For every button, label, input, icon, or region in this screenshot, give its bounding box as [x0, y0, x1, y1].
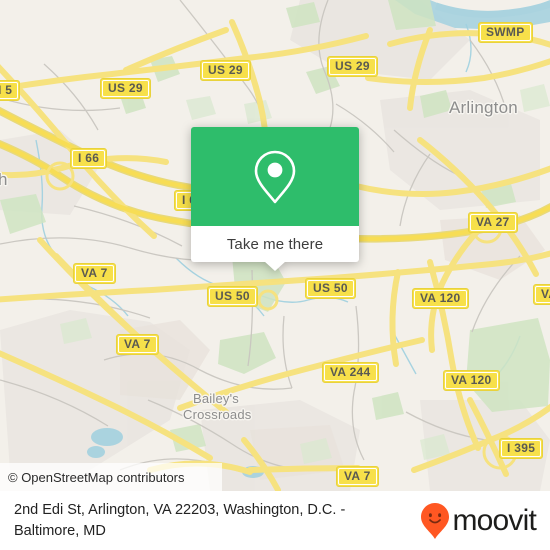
address-title: 2nd Edi St, Arlington, VA 22203, Washing… — [14, 501, 346, 539]
attribution-text: © OpenStreetMap contributors — [8, 469, 185, 485]
moovit-map-screenshot: Arlington Bailey's Crossroads h SWMP US … — [0, 0, 550, 550]
highway-shield-label: VA 7 — [75, 265, 114, 282]
highway-shield: I 5 — [0, 80, 21, 101]
highway-shield-label: VA 120 — [414, 290, 467, 307]
highway-shield-label: US 50 — [209, 288, 256, 305]
highway-shield-label: US 50 — [307, 280, 354, 297]
highway-shield: VA 7 — [336, 466, 379, 487]
highway-shield: VA — [533, 284, 550, 305]
highway-shield-label: I 5 — [0, 82, 19, 99]
highway-shield: VA 120 — [412, 288, 469, 309]
highway-shield: US 50 — [207, 286, 258, 307]
highway-shield-label: US 29 — [102, 80, 149, 97]
footer-bar: 2nd Edi St, Arlington, VA 22203, Washing… — [0, 491, 550, 550]
highway-shield-label: US 29 — [329, 58, 376, 75]
highway-shield-label: VA 7 — [118, 336, 157, 353]
map-attribution[interactable]: © OpenStreetMap contributors — [0, 463, 222, 491]
highway-shield-label: VA 244 — [324, 364, 377, 381]
highway-shield: US 29 — [100, 78, 151, 99]
highway-shield: VA 27 — [468, 212, 518, 233]
highway-shield: VA 244 — [322, 362, 379, 383]
highway-shield: I 66 — [70, 148, 108, 169]
highway-shield-label: VA 7 — [338, 468, 377, 485]
highway-shield-label: I 395 — [501, 440, 542, 457]
highway-shield: VA 7 — [116, 334, 159, 355]
highway-shield: VA 120 — [443, 370, 500, 391]
card-pointer-tail — [264, 261, 286, 271]
highway-shield: VA 7 — [73, 263, 116, 284]
highway-shield: SWMP — [478, 22, 533, 43]
take-me-there-label: Take me there — [226, 235, 324, 253]
highway-shield-label: VA 120 — [445, 372, 498, 389]
moovit-wordmark: moovit — [452, 503, 536, 537]
highway-shield: I 395 — [499, 438, 544, 459]
highway-shield: US 29 — [200, 60, 251, 81]
highway-shield: US 29 — [327, 56, 378, 77]
map-canvas[interactable]: Arlington Bailey's Crossroads h SWMP US … — [0, 0, 550, 491]
moovit-logo[interactable]: moovit — [420, 502, 537, 540]
card-action-panel[interactable]: Take me there — [191, 226, 359, 271]
highway-shield-label: I 66 — [72, 150, 106, 167]
moovit-pin-icon — [421, 502, 450, 539]
highway-shield-label: US 29 — [202, 62, 249, 79]
highway-shield-label: VA — [535, 286, 550, 303]
highway-shield: US 50 — [305, 278, 356, 299]
card-icon-panel — [191, 127, 359, 226]
map-pin-icon — [254, 150, 296, 203]
highway-shield-label: VA 27 — [470, 214, 516, 231]
highway-shield-label: SWMP — [480, 24, 531, 41]
map-popup-card[interactable]: Take me there — [191, 127, 359, 271]
